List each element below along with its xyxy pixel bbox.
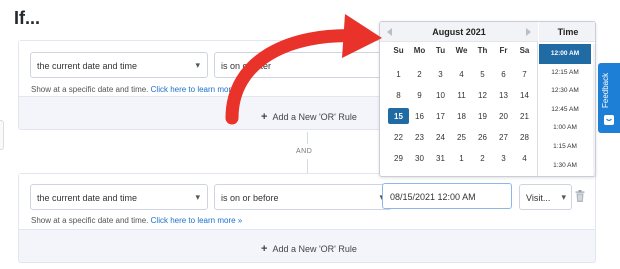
time-panel: Time 12:00 AM 12:15 AM 12:30 AM 12:45 AM 1:0… <box>539 22 595 176</box>
chevron-down-icon: ▾ <box>561 192 566 202</box>
calendar-day[interactable]: 21 <box>514 108 535 124</box>
datetime-picker: August 2021 Su Mo Tu We Th Fr Sa 1 2 3 4 5 6 7 8 9 10 11… <box>379 21 596 177</box>
calendar-day[interactable]: 30 <box>409 150 430 166</box>
chevron-down-icon: ▾ <box>195 192 200 202</box>
next-month-icon[interactable] <box>526 28 531 36</box>
condition-select-value: the current date and time <box>37 61 138 71</box>
plus-icon: + <box>261 111 268 123</box>
calendar-day[interactable]: 3 <box>493 150 514 166</box>
time-header: Time <box>539 22 595 42</box>
calendar-day[interactable]: 3 <box>430 66 451 82</box>
feedback-label: Feedback <box>601 72 610 108</box>
and-label: AND <box>296 148 313 155</box>
time-option[interactable]: 1:00 AM <box>539 118 591 138</box>
calendar-day[interactable]: 24 <box>430 129 451 145</box>
time-option[interactable]: 1:15 AM <box>539 137 591 157</box>
help-text-label: Show at a specific date and time. <box>31 85 149 94</box>
learn-more-link[interactable]: Click here to learn more » <box>151 85 243 94</box>
calendar-header: August 2021 <box>380 22 538 42</box>
calendar-day[interactable]: 10 <box>430 87 451 103</box>
calendar-day[interactable]: 23 <box>409 129 430 145</box>
calendar-day[interactable]: 19 <box>472 108 493 124</box>
weekday-header: Su Mo Tu We Th Fr Sa <box>388 44 536 58</box>
plus-icon: + <box>261 243 268 255</box>
calendar-panel: August 2021 Su Mo Tu We Th Fr Sa 1 2 3 4 5 6 7 8 9 10 11… <box>380 22 538 176</box>
condition-select-1[interactable]: the current date and time ▾ <box>30 52 208 78</box>
add-or-rule-label: Add a New 'OR' Rule <box>272 244 357 254</box>
time-option[interactable]: 12:30 AM <box>539 81 591 101</box>
help-text-1: Show at a specific date and time. Click … <box>31 85 242 94</box>
calendar-day[interactable]: 1 <box>451 150 472 166</box>
calendar-day[interactable]: 20 <box>493 108 514 124</box>
feedback-tab[interactable]: Feedback <box>598 63 620 133</box>
time-option[interactable]: 12:45 AM <box>539 100 591 120</box>
calendar-day[interactable]: 4 <box>451 66 472 82</box>
chevron-down-icon: ▾ <box>195 60 200 70</box>
calendar-day[interactable]: 22 <box>388 129 409 145</box>
add-or-rule-button[interactable]: + Add a New 'OR' Rule <box>261 111 357 123</box>
add-or-rule-label: Add a New 'OR' Rule <box>272 112 357 122</box>
weekday-label: Mo <box>413 46 426 55</box>
calendar-day[interactable]: 5 <box>472 66 493 82</box>
calendar-day[interactable]: 11 <box>451 87 472 103</box>
calendar-day[interactable]: 1 <box>388 66 409 82</box>
time-option[interactable]: 12:15 AM <box>539 63 591 83</box>
calendar-day[interactable]: 29 <box>388 150 409 166</box>
weekday-label: Th <box>477 46 488 55</box>
calendar-day[interactable]: 8 <box>388 87 409 103</box>
time-option[interactable]: 12:00 AM <box>539 44 591 64</box>
condition-select-value: the current date and time <box>37 193 138 203</box>
calendar-day[interactable]: 25 <box>451 129 472 145</box>
calendar-day[interactable]: 28 <box>514 129 535 145</box>
visitor-select-value: Visit... <box>526 193 551 203</box>
calendar-day[interactable]: 12 <box>472 87 493 103</box>
learn-more-link[interactable]: Click here to learn more » <box>151 216 243 225</box>
calendar-day[interactable]: 27 <box>493 129 514 145</box>
left-edge-handle <box>0 120 4 150</box>
calendar-day[interactable]: 26 <box>472 129 493 145</box>
help-text-2: Show at a specific date and time. Click … <box>31 216 242 225</box>
add-or-rule-button[interactable]: + Add a New 'OR' Rule <box>261 243 357 255</box>
calendar-day[interactable]: 6 <box>493 66 514 82</box>
month-title: August 2021 <box>432 27 486 37</box>
calendar-day[interactable]: 18 <box>451 108 472 124</box>
operator-select-value: is on or after <box>221 61 272 71</box>
calendar-day[interactable]: 13 <box>493 87 514 103</box>
and-connector-bottom <box>307 159 308 173</box>
weekday-label: We <box>455 46 468 55</box>
and-connector-top <box>307 132 308 144</box>
calendar-day[interactable]: 31 <box>430 150 451 166</box>
trash-icon[interactable] <box>575 190 585 202</box>
operator-select-1[interactable]: is on or after <box>214 52 392 78</box>
calendar-day[interactable]: 17 <box>430 108 451 124</box>
calendar-day[interactable]: 4 <box>514 150 535 166</box>
page-title: If... <box>14 8 40 28</box>
date-time-input[interactable]: 08/15/2021 12:00 AM <box>382 183 512 209</box>
visitor-select[interactable]: Visit... ▾ <box>519 184 572 210</box>
weekday-label: Sa <box>519 46 530 55</box>
time-scrollbar[interactable] <box>593 44 595 176</box>
help-text-label: Show at a specific date and time. <box>31 216 149 225</box>
time-option[interactable]: 1:30 AM <box>539 156 591 176</box>
calendar-day[interactable]: 16 <box>409 108 430 124</box>
operator-select-value: is on or before <box>221 193 279 203</box>
feedback-icon <box>604 115 614 125</box>
weekday-label: Su <box>393 46 404 55</box>
calendar-day[interactable]: 9 <box>409 87 430 103</box>
weekday-label: Tu <box>435 46 446 55</box>
condition-select-2[interactable]: the current date and time ▾ <box>30 184 208 210</box>
calendar-day[interactable]: 14 <box>514 87 535 103</box>
calendar-day[interactable]: 2 <box>472 150 493 166</box>
operator-select-2[interactable]: is on or before ▾ <box>214 184 392 210</box>
calendar-day[interactable]: 2 <box>409 66 430 82</box>
calendar-day[interactable]: 15 <box>388 108 409 124</box>
calendar-day[interactable]: 7 <box>514 66 535 82</box>
weekday-label: Fr <box>499 46 508 55</box>
